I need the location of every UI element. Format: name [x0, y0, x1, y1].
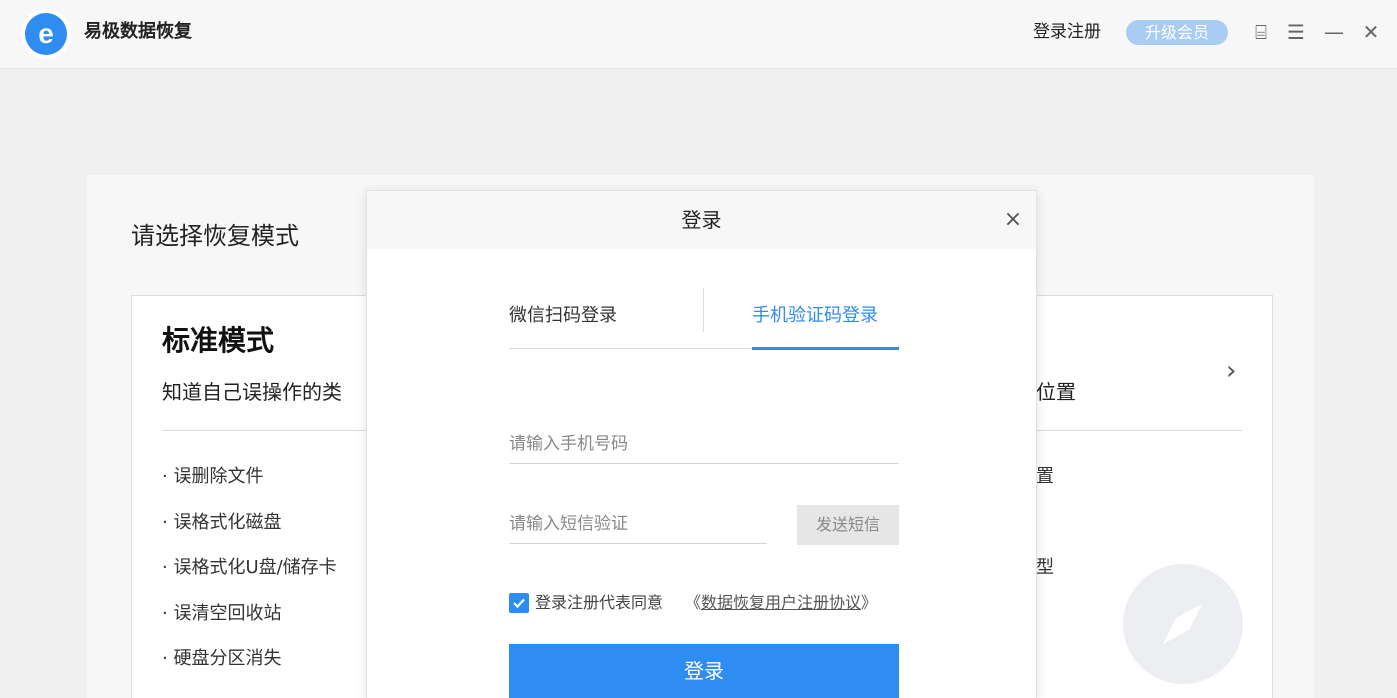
menu-icon[interactable]: ☰ — [1283, 18, 1309, 46]
login-register-link[interactable]: 登录注册 — [1033, 20, 1101, 44]
section-title: 请选择恢复模式 — [131, 222, 299, 250]
feedback-icon[interactable]: ⌸ — [1248, 18, 1274, 46]
list-item: 型 — [1036, 557, 1054, 578]
send-sms-button[interactable]: 发送短信 — [797, 505, 899, 545]
login-button[interactable]: 登录 — [509, 644, 899, 698]
agree-checkbox[interactable] — [509, 593, 529, 613]
mode-description: 知道自己误操作的类 — [162, 380, 342, 404]
agreement-link[interactable]: 《数据恢复用户注册协议》 — [685, 591, 877, 615]
list-item: · 误格式化磁盘 — [162, 511, 282, 533]
tab-active-indicator — [752, 347, 899, 350]
list-item: · 误格式化U盘/储存卡 — [162, 557, 337, 578]
tab-wechat-login[interactable]: 微信扫码登录 — [509, 301, 617, 331]
compass-icon — [1123, 564, 1243, 684]
app-logo: e — [21, 9, 71, 59]
agreement-bracket-open: 《 — [685, 593, 702, 612]
mode-description-tail: 位置 — [1036, 380, 1076, 404]
dialog-close-icon[interactable]: × — [998, 205, 1028, 235]
agreement-link-text[interactable]: 数据恢复用户注册协议 — [701, 593, 861, 612]
scenario-list: · 误删除文件 · 误格式化磁盘 · 误格式化U盘/储存卡 · 误清空回收站 ·… — [162, 462, 367, 690]
app-title: 易极数据恢复 — [84, 21, 192, 42]
tab-phone-login[interactable]: 手机验证码登录 — [752, 301, 878, 331]
login-dialog: 登录 × 微信扫码登录 手机验证码登录 发送短信 登录注册代表同意 《数据恢复用… — [366, 190, 1037, 698]
list-item: · 硬盘分区消失 — [162, 648, 282, 669]
minimize-icon[interactable]: — — [1321, 18, 1347, 46]
chevron-right-icon[interactable]: › — [1226, 356, 1236, 386]
close-icon[interactable]: ✕ — [1358, 18, 1384, 46]
title-bar: e 易极数据恢复 登录注册 升级会员 ⌸ ☰ — ✕ — [0, 0, 1397, 69]
mode-name: 标准模式 — [162, 324, 275, 357]
agreement-text: 登录注册代表同意 — [535, 593, 664, 612]
phone-input[interactable] — [509, 424, 899, 464]
list-item: 置 — [1036, 466, 1054, 487]
dialog-title: 登录 — [681, 208, 722, 232]
upgrade-member-button[interactable]: 升级会员 — [1126, 20, 1228, 45]
logo-icon: e — [25, 13, 67, 55]
list-item: · 误清空回收站 — [162, 602, 282, 624]
check-icon — [513, 598, 525, 609]
list-item: · 误删除文件 — [162, 466, 264, 487]
sms-code-input[interactable] — [509, 504, 767, 544]
tab-separator — [703, 288, 704, 332]
agreement-bracket-close: 》 — [861, 593, 878, 612]
